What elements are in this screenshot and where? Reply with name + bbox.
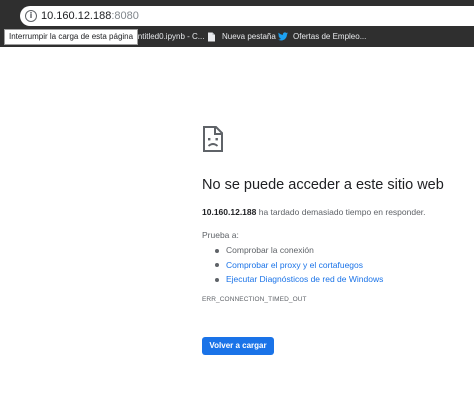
url-text[interactable]: 10.160.12.188:8080 bbox=[41, 9, 139, 23]
stop-loading-tooltip: Interrumpir la carga de esta página bbox=[4, 29, 139, 45]
suggestion-check-connection: Comprobar la conexión bbox=[226, 245, 314, 255]
twitter-icon bbox=[278, 31, 288, 41]
suggestion-item: Ejecutar Diagnósticos de red de Windows bbox=[202, 272, 383, 287]
bookmark-label: Nueva pestaña bbox=[222, 31, 276, 41]
address-bar[interactable]: i 10.160.12.188:8080 bbox=[20, 6, 474, 26]
bookmark-job-offers[interactable]: Ofertas de Empleo... bbox=[278, 28, 366, 44]
page-icon bbox=[207, 32, 216, 41]
bookmark-new-tab[interactable]: Nueva pestaña bbox=[207, 28, 276, 44]
info-icon[interactable]: i bbox=[25, 10, 37, 22]
url-port: :8080 bbox=[111, 10, 139, 22]
error-title: No se puede acceder a este sitio web bbox=[202, 177, 444, 193]
error-host: 10.160.12.188 bbox=[202, 207, 257, 217]
suggestions-list: Comprobar la conexión Comprobar el proxy… bbox=[202, 243, 383, 287]
error-detail: 10.160.12.188 ha tardado demasiado tiemp… bbox=[202, 207, 426, 217]
url-host: 10.160.12.188 bbox=[41, 10, 112, 22]
suggestions-label: Prueba a: bbox=[202, 230, 239, 240]
reload-button[interactable]: Volver a cargar bbox=[202, 337, 274, 355]
sad-page-icon bbox=[202, 125, 224, 153]
bookmark-label: Untitled0.ipynb - C... bbox=[132, 31, 205, 41]
error-code: ERR_CONNECTION_TIMED_OUT bbox=[202, 296, 307, 303]
error-detail-text: ha tardado demasiado tiempo en responder… bbox=[256, 207, 426, 217]
suggestion-item: Comprobar el proxy y el cortafuegos bbox=[202, 258, 383, 273]
suggestion-network-diagnostics-link[interactable]: Ejecutar Diagnósticos de red de Windows bbox=[226, 274, 383, 284]
suggestion-item: Comprobar la conexión bbox=[202, 243, 383, 258]
suggestion-check-proxy-link[interactable]: Comprobar el proxy y el cortafuegos bbox=[226, 260, 363, 270]
bookmark-label: Ofertas de Empleo... bbox=[293, 31, 367, 41]
